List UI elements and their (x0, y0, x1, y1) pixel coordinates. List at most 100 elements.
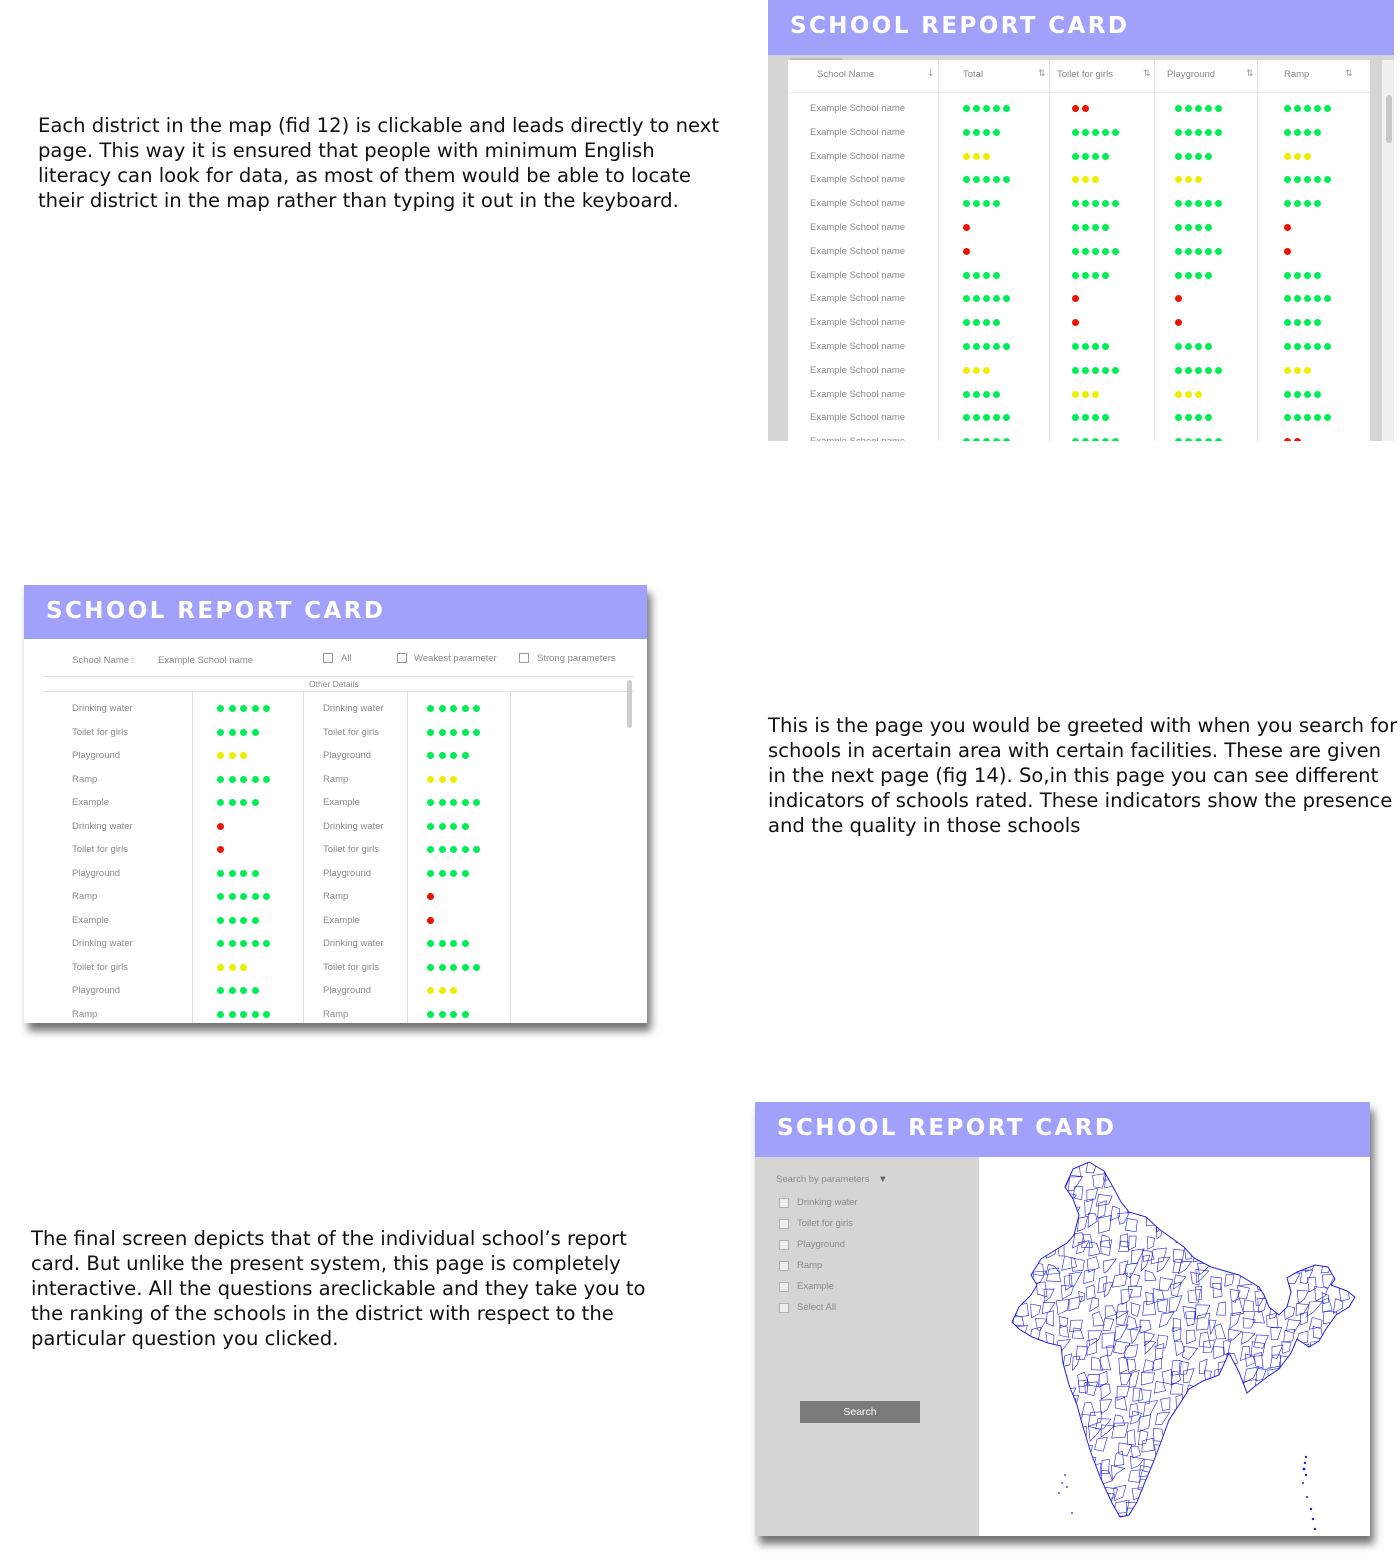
rating-dot-green (217, 1010, 224, 1018)
school-name-link[interactable]: Example School name (810, 412, 905, 423)
school-name-link[interactable]: Example School name (810, 127, 905, 138)
sort-icon[interactable]: ⇅ (1345, 69, 1353, 79)
lakshadweep-islands[interactable] (1058, 1474, 1073, 1514)
parameter-link[interactable]: Playground (323, 985, 371, 996)
school-name-link[interactable]: Example School name (810, 103, 905, 114)
parameter-link[interactable]: Toilet for girls (72, 844, 128, 855)
sort-icon[interactable]: ⇅ (1038, 69, 1046, 79)
parameter-link[interactable]: Ramp (323, 774, 348, 785)
sort-icon[interactable]: ⇅ (1246, 69, 1254, 79)
rating-dot-green (251, 940, 259, 947)
rating-dot-green (1102, 247, 1109, 255)
school-name-link[interactable]: Example School name (810, 174, 905, 185)
search-by-parameters-dropdown[interactable]: Search by parameters ▼ (776, 1174, 888, 1185)
parameter-link[interactable]: Drinking water (323, 821, 384, 832)
parameter-option-label[interactable]: Ramp (797, 1260, 822, 1271)
parameter-link[interactable]: Ramp (72, 774, 97, 785)
parameter-checkbox[interactable] (779, 1282, 789, 1292)
parameter-link[interactable]: Example (323, 797, 360, 808)
school-name-link[interactable]: Example School name (810, 365, 905, 376)
district-boundaries[interactable] (997, 1157, 1370, 1536)
india-outline[interactable] (1011, 1161, 1356, 1518)
parameter-link[interactable]: Drinking water (323, 938, 384, 949)
parameter-link[interactable]: Toilet for girls (72, 962, 128, 973)
rating-dot-green (1072, 128, 1079, 136)
school-name-link[interactable]: Example School name (810, 436, 905, 441)
school-name-link[interactable]: Example School name (810, 293, 905, 304)
parameter-option-label[interactable]: Drinking water (797, 1197, 858, 1208)
parameter-link[interactable]: Toilet for girls (323, 962, 379, 973)
rating-dot-green (438, 752, 446, 759)
rating-dot-green (983, 343, 990, 350)
rating-dot-green (963, 438, 970, 441)
parameter-link[interactable]: Example (72, 797, 109, 808)
parameter-link[interactable]: Drinking water (72, 821, 133, 832)
india-district-map[interactable] (979, 1157, 1370, 1536)
column-header-total[interactable]: Total (963, 69, 983, 80)
parameter-link[interactable]: Ramp (72, 1009, 97, 1020)
rating-dot-green (973, 200, 980, 208)
rating-dot-green (1175, 414, 1182, 422)
rating-dot-green (473, 799, 481, 806)
parameter-link[interactable]: Toilet for girls (323, 727, 379, 738)
column-header-school-name[interactable]: School Name (817, 69, 874, 80)
parameter-option-label[interactable]: Playground (797, 1239, 845, 1250)
filter-all-label[interactable]: All (341, 653, 352, 664)
parameter-link[interactable]: Playground (323, 868, 371, 879)
school-name-link[interactable]: Example School name (810, 317, 905, 328)
parameter-link[interactable]: Playground (72, 750, 120, 761)
rating-dot-red (1072, 319, 1079, 327)
school-name-link[interactable]: Example School name (810, 222, 905, 233)
parameter-link[interactable]: Drinking water (323, 703, 384, 714)
rating-dot-green (240, 705, 248, 712)
parameter-option-label[interactable]: Toilet for girls (797, 1218, 853, 1229)
scrollbar-thumb[interactable] (1386, 95, 1392, 143)
parameter-link[interactable]: Drinking water (72, 938, 133, 949)
parameter-checkbox[interactable] (779, 1219, 789, 1229)
school-name-link[interactable]: Example School name (810, 389, 905, 400)
search-button[interactable]: Search (800, 1401, 920, 1423)
parameter-link[interactable]: Ramp (323, 891, 348, 902)
scrollbar-thumb[interactable] (627, 680, 632, 728)
school-name-link[interactable]: Example School name (810, 151, 905, 162)
rating-dot-green (1082, 414, 1089, 422)
parameter-option-label[interactable]: Example (797, 1281, 834, 1292)
parameter-link[interactable]: Ramp (323, 1009, 348, 1020)
parameter-link[interactable]: Playground (72, 985, 120, 996)
parameter-checkbox[interactable] (779, 1303, 789, 1313)
school-name-link[interactable]: Example School name (810, 270, 905, 281)
rating-dot-green (993, 414, 1000, 422)
description-search-results: This is the page you would be greeted wi… (768, 714, 1398, 837)
filter-strong-checkbox[interactable] (519, 653, 529, 663)
parameter-link[interactable]: Toilet for girls (323, 844, 379, 855)
parameter-link[interactable]: Toilet for girls (72, 727, 128, 738)
parameter-checkbox[interactable] (779, 1261, 789, 1271)
parameter-checkbox[interactable] (779, 1240, 789, 1250)
rating-dot-green (983, 271, 990, 279)
column-header-toilet-for-girls[interactable]: Toilet for girls (1057, 69, 1113, 80)
sort-icon[interactable]: ⇅ (1143, 69, 1151, 79)
parameter-checkbox[interactable] (779, 1198, 789, 1208)
filter-weakest-checkbox[interactable] (397, 653, 407, 663)
parameter-link[interactable]: Drinking water (72, 703, 133, 714)
parameter-option-label[interactable]: Select All (797, 1302, 836, 1313)
filter-all-checkbox[interactable] (323, 653, 333, 663)
column-header-ramp[interactable]: Ramp (1284, 69, 1309, 80)
parameter-link[interactable]: Playground (72, 868, 120, 879)
school-name-link[interactable]: Example School name (810, 198, 905, 209)
school-name-link[interactable]: Example School name (810, 246, 905, 257)
india-map-icon[interactable] (979, 1157, 1370, 1536)
andaman-islands[interactable] (1302, 1455, 1317, 1531)
parameter-link[interactable]: Example (72, 915, 109, 926)
sort-down-icon[interactable]: ↓ (927, 69, 935, 79)
school-name-link[interactable]: Example School name (810, 341, 905, 352)
rating-dot-yellow (1284, 366, 1291, 374)
filter-strong-label[interactable]: Strong parameters (537, 653, 616, 664)
filter-weakest-label[interactable]: Weakest parameter (414, 653, 497, 664)
rating-dot-green (263, 940, 271, 947)
scrollbar[interactable] (1382, 60, 1394, 441)
parameter-link[interactable]: Ramp (72, 891, 97, 902)
column-header-playground[interactable]: Playground (1167, 69, 1215, 80)
parameter-link[interactable]: Playground (323, 750, 371, 761)
parameter-link[interactable]: Example (323, 915, 360, 926)
